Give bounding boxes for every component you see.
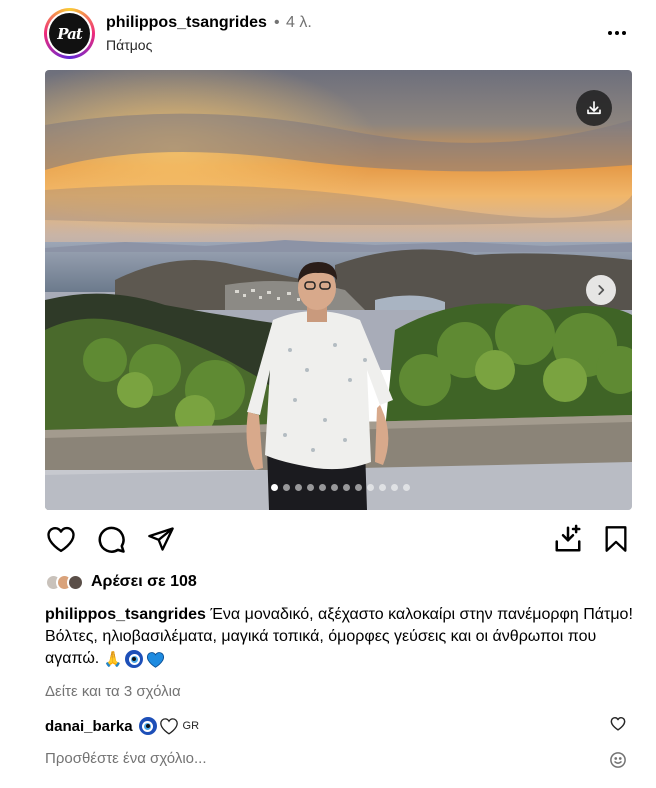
add-comment-input[interactable] xyxy=(45,750,585,767)
separator-dot: • xyxy=(274,14,280,31)
carousel-dot xyxy=(367,484,374,491)
evil-eye-icon xyxy=(138,717,157,735)
post-header: Pat philippos_tsangrides • 4 λ. Πάτμος xyxy=(0,0,656,66)
carousel-dot xyxy=(331,484,338,491)
post-time[interactable]: 4 λ. xyxy=(286,14,312,32)
blue-heart-icon xyxy=(147,651,165,668)
more-options-icon[interactable] xyxy=(604,20,630,46)
carousel-dot xyxy=(319,484,326,491)
avatar[interactable]: Pat xyxy=(44,8,95,59)
comment-row: danai_barka GR xyxy=(45,714,632,738)
comment-like-heart-icon[interactable] xyxy=(610,716,626,736)
chevron-right-icon[interactable] xyxy=(586,275,616,305)
white-heart-icon xyxy=(159,718,178,735)
post-media[interactable] xyxy=(45,70,632,510)
carousel-dot xyxy=(343,484,350,491)
comment-username[interactable]: danai_barka xyxy=(45,718,133,735)
carousel-dot xyxy=(379,484,386,491)
liker-avatar xyxy=(67,574,84,591)
post-location[interactable]: Πάτμος xyxy=(106,37,152,53)
add-comment-row xyxy=(45,750,632,772)
caption-emojis: 🙏 xyxy=(104,648,166,670)
carousel-dot xyxy=(271,484,278,491)
save-to-collection-icon[interactable] xyxy=(552,522,584,556)
comment-suffix: GR xyxy=(182,720,200,732)
carousel-dot xyxy=(283,484,290,491)
emoji-smiley-icon[interactable] xyxy=(609,751,627,774)
likes-row: Αρέσει σε 108 xyxy=(45,571,197,593)
carousel-dot xyxy=(355,484,362,491)
caption: philippos_tsangrides Ένα μοναδικό, αξέχα… xyxy=(45,604,635,670)
comment-text: GR xyxy=(138,717,200,735)
avatar-logo: Pat xyxy=(49,13,90,54)
carousel-dot xyxy=(295,484,302,491)
caption-username[interactable]: philippos_tsangrides xyxy=(45,606,206,623)
post-photo xyxy=(45,70,632,510)
comment-bubble-icon[interactable] xyxy=(95,522,127,556)
share-send-icon[interactable] xyxy=(145,522,177,556)
action-bar xyxy=(45,522,632,558)
view-all-comments-link[interactable]: Δείτε και τα 3 σχόλια xyxy=(45,683,181,700)
post-username[interactable]: philippos_tsangrides xyxy=(106,14,267,32)
evil-eye-icon xyxy=(125,650,144,668)
download-icon[interactable] xyxy=(576,90,612,126)
carousel-dot xyxy=(403,484,410,491)
bookmark-icon[interactable] xyxy=(600,522,632,556)
like-heart-icon[interactable] xyxy=(45,522,77,556)
carousel-dots xyxy=(271,484,410,491)
carousel-dot xyxy=(307,484,314,491)
liker-avatars[interactable] xyxy=(45,572,89,592)
likes-count[interactable]: Αρέσει σε 108 xyxy=(91,573,197,591)
carousel-dot xyxy=(391,484,398,491)
praying-hands-icon: 🙏 xyxy=(103,650,123,668)
